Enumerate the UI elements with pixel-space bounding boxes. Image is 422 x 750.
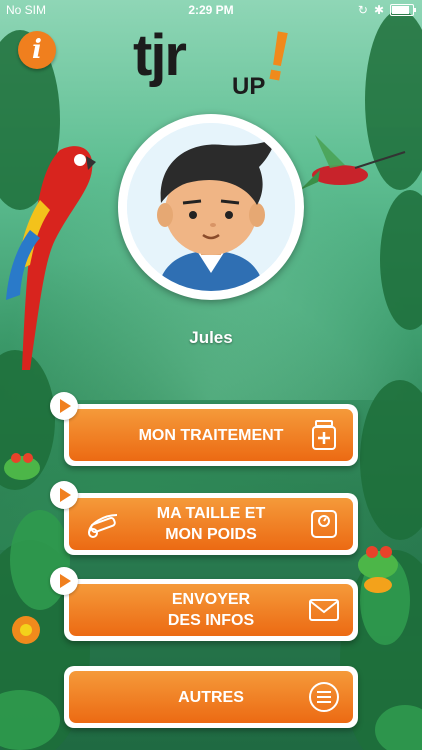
bluetooth-icon: ✱ [373, 3, 384, 17]
flower [12, 616, 40, 644]
scale-icon [311, 510, 337, 538]
autres-label: AUTRES [178, 688, 244, 706]
envelope-icon [309, 599, 339, 621]
envoyer-label: ENVOYER DES INFOS [167, 591, 255, 629]
taille-poids-button[interactable]: MA TAILLE ET MON POIDS [64, 493, 358, 555]
logo-exclamation: ! [260, 15, 297, 97]
play-icon[interactable] [50, 481, 78, 509]
envoyer-button[interactable]: ENVOYER DES INFOS [64, 579, 358, 641]
status-bar: No SIM 2:29 PM ↻ ✱ [0, 0, 422, 20]
autres-button[interactable]: AUTRES [64, 666, 358, 728]
profile-name: Jules [189, 328, 233, 347]
play-icon[interactable] [50, 392, 78, 420]
menu-item-envoyer[interactable]: ENVOYER DES INFOS [50, 567, 358, 641]
menu-icon [309, 682, 339, 712]
app-logo: tjr UP ! [133, 16, 303, 102]
avatar[interactable] [118, 114, 304, 300]
battery-icon [390, 4, 416, 16]
traitement-label: MON TRAITEMENT [138, 426, 284, 444]
menu-item-traitement[interactable]: MON TRAITEMENT [50, 392, 358, 466]
menu-item-taille-poids[interactable]: MA TAILLE ET MON POIDS [50, 481, 358, 555]
logo-text: tjr [133, 23, 187, 88]
menu-item-autres[interactable]: AUTRES [64, 666, 358, 728]
orientation-lock-icon: ↻ [357, 3, 368, 17]
taille-poids-label: MA TAILLE ET MON POIDS [156, 505, 266, 543]
info-icon: i [32, 35, 42, 65]
avatar-image [127, 123, 295, 291]
status-indicators: ↻ ✱ [357, 3, 416, 17]
medicine-icon [312, 420, 336, 450]
traitement-button[interactable]: MON TRAITEMENT [64, 404, 358, 466]
info-button[interactable]: i [18, 31, 56, 69]
measuring-tape-icon [88, 514, 118, 538]
play-icon[interactable] [50, 567, 78, 595]
